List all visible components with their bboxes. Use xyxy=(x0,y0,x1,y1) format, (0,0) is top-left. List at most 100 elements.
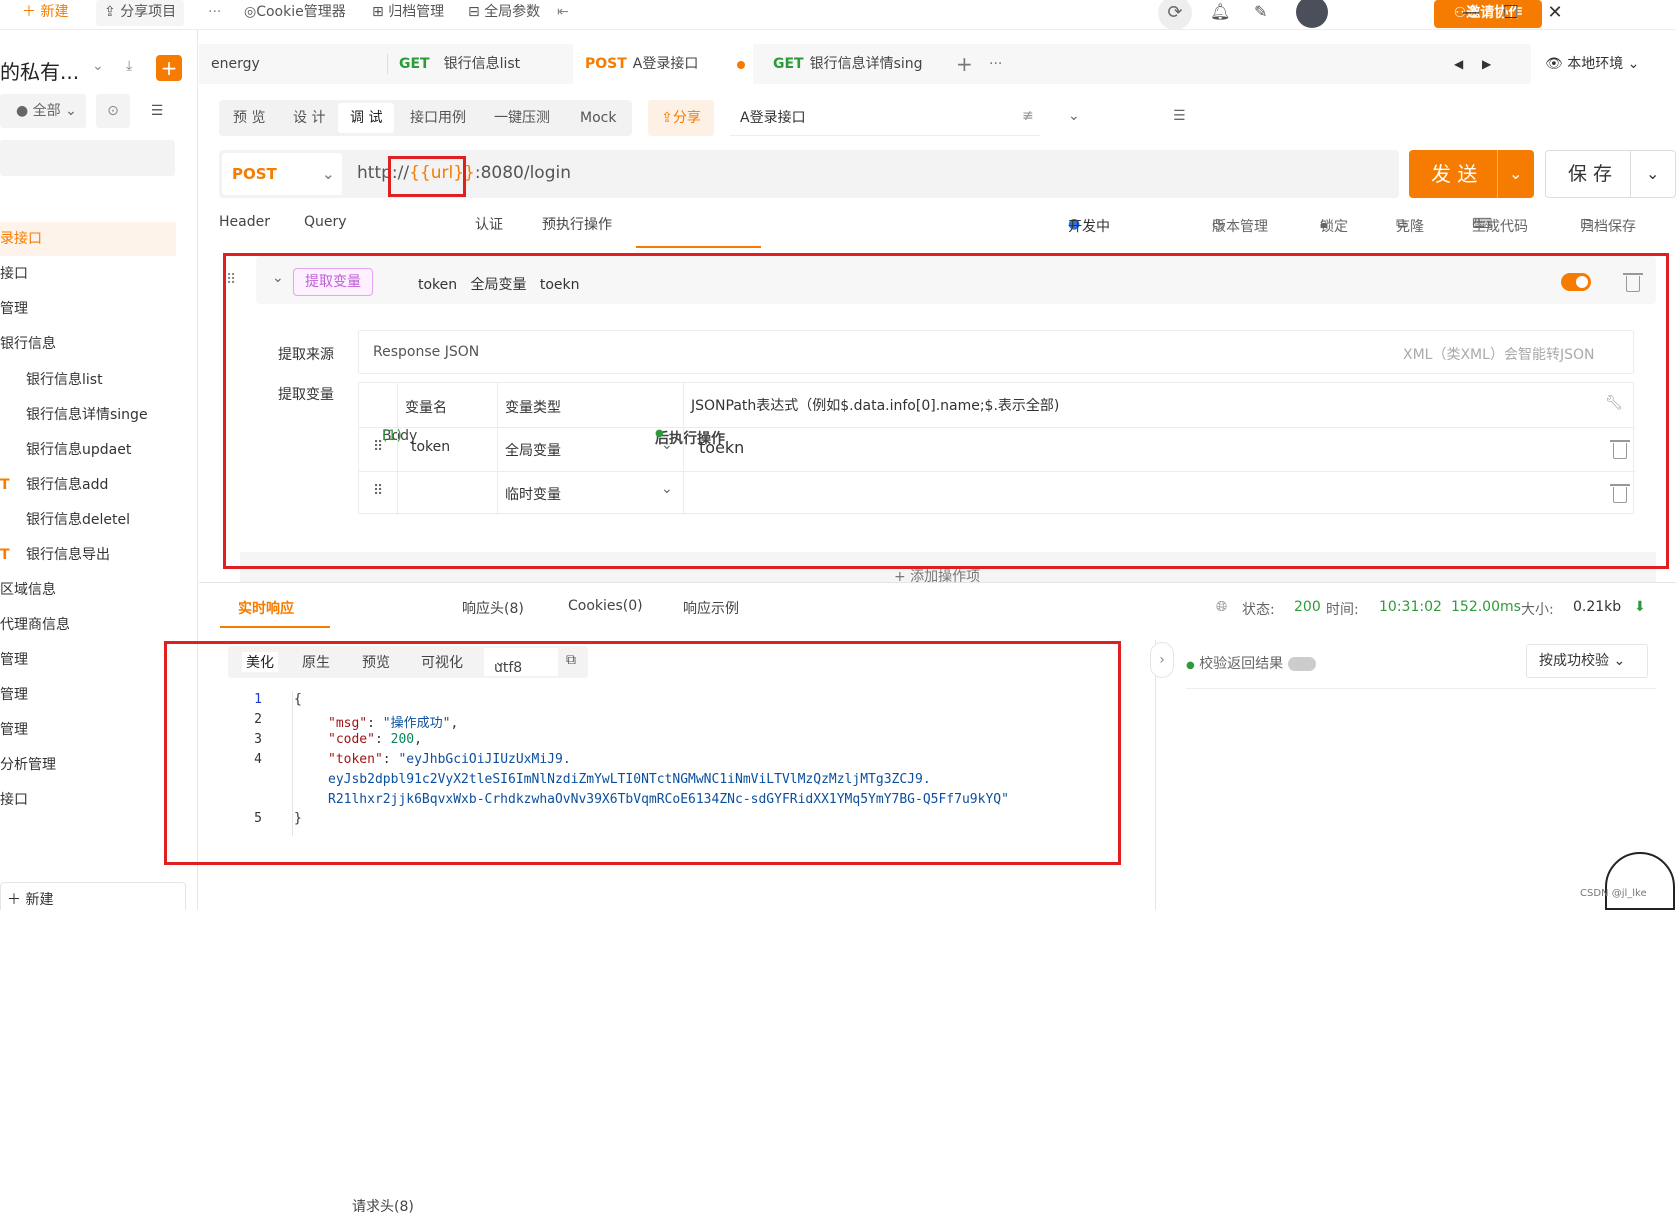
method-select[interactable]: POST ⌄ xyxy=(222,153,342,195)
expand-panel-icon[interactable]: › xyxy=(1150,642,1174,678)
filter-select[interactable]: ● 全部 ⌄ xyxy=(0,94,86,128)
global-params-button[interactable]: ⊟ 全局参数 xyxy=(468,0,540,26)
more-tabs-icon[interactable]: ··· xyxy=(989,44,1002,84)
add-api-button[interactable]: + xyxy=(156,55,182,81)
sidebar-item[interactable]: 银行信息add xyxy=(26,468,108,502)
sort-icon[interactable]: ☰ xyxy=(140,94,174,128)
notes-icon[interactable]: ✎ xyxy=(1254,2,1267,21)
status-select[interactable]: ● 开发中 ⌄ xyxy=(1068,108,1110,235)
collapse-chevron-icon[interactable]: ⌄ xyxy=(272,270,284,286)
sidebar-item[interactable]: 银行信息deletel xyxy=(26,503,130,537)
sidebar-new-button[interactable]: ＋ 新建 xyxy=(0,882,186,910)
tab-response-headers[interactable]: 响应头(8) xyxy=(462,598,524,618)
chevron-down-icon[interactable]: ⌄ xyxy=(661,481,673,497)
new-button[interactable]: ＋ 新建 xyxy=(22,0,68,26)
next-tab-icon[interactable]: ▶ xyxy=(1482,44,1491,84)
tab-login-api[interactable]: POST A登录接口 xyxy=(573,44,753,84)
sidebar-item[interactable]: 录接口 xyxy=(0,222,176,256)
sidebar-item[interactable]: 银行信息导出 xyxy=(26,538,110,572)
share-project-button[interactable]: ⇪ 分享项目 xyxy=(96,0,185,26)
tab-test-cases[interactable]: 接口用例 xyxy=(410,100,466,136)
more-icon[interactable]: ··· xyxy=(208,0,221,26)
tab-header[interactable]: Header xyxy=(219,214,270,230)
close-icon[interactable]: ✕ xyxy=(1540,0,1570,28)
tab-raw[interactable]: 原生 xyxy=(302,652,330,672)
tab-visualize[interactable]: 可视化 xyxy=(421,652,463,672)
tab-design[interactable]: 设 计 xyxy=(293,100,325,136)
sidebar-item[interactable]: 接口 xyxy=(0,783,28,817)
validate-mode-select[interactable]: 按成功校验 ⌄ xyxy=(1526,644,1648,678)
sidebar-item[interactable]: 银行信息详情singe xyxy=(26,398,148,432)
sidebar-item[interactable]: 银行信息 xyxy=(0,327,56,361)
project-title[interactable]: 的私有... xyxy=(0,56,79,85)
avatar[interactable] xyxy=(1296,0,1328,28)
tab-bank-list[interactable]: GET 银行信息list xyxy=(399,44,520,84)
sync-icon[interactable]: ⟳ xyxy=(1158,0,1192,30)
bell-icon[interactable]: 🔔︎ xyxy=(1210,2,1230,21)
sidebar-item[interactable]: 银行信息updaet xyxy=(26,433,131,467)
tool-icon[interactable]: 🔧︎ xyxy=(1605,395,1623,411)
import-icon[interactable]: ⤓ xyxy=(126,58,132,74)
add-tab-icon[interactable]: + xyxy=(956,44,973,84)
chevron-down-icon[interactable]: ⌄ xyxy=(661,437,673,453)
chevron-down-icon[interactable]: ⌄ xyxy=(92,58,104,74)
sidebar-item[interactable]: 管理 xyxy=(0,713,28,747)
tab-beautify[interactable]: 美化 xyxy=(242,652,278,672)
sidebar-item[interactable]: 管理 xyxy=(0,678,28,712)
search-input[interactable] xyxy=(0,140,175,176)
list-icon[interactable]: ☰ xyxy=(1173,108,1186,124)
validate-toggle[interactable]: ● 校验返回结果 xyxy=(1186,653,1316,673)
delete-icon[interactable] xyxy=(1610,440,1630,459)
url-input[interactable]: http://{{url}}:8080/login xyxy=(357,163,571,183)
environment-select[interactable]: 👁︎ 本地环境 ⌄ xyxy=(1531,44,1676,84)
collapse-icon[interactable]: ⇤ xyxy=(557,0,569,26)
tab-stress-test[interactable]: 一键压测 xyxy=(494,100,550,136)
prev-tab-icon[interactable]: ◀ xyxy=(1454,44,1463,84)
tab-response-example[interactable]: 响应示例 xyxy=(683,598,739,618)
tab-pre-script[interactable]: 预执行操作 xyxy=(542,214,612,234)
chevron-down-icon[interactable]: ⌄ xyxy=(1509,150,1522,198)
sidebar-item[interactable]: 管理 xyxy=(0,643,28,677)
sidebar-item[interactable]: 代理商信息 xyxy=(0,608,70,642)
encoding-select[interactable]: utf8 ⌄ xyxy=(484,648,558,676)
tab-cookies[interactable]: Cookies(0) xyxy=(568,598,643,614)
chevron-down-icon[interactable]: ⌄ xyxy=(1646,151,1659,197)
download-icon[interactable]: ⬇ xyxy=(1634,599,1646,615)
enable-toggle[interactable] xyxy=(1561,273,1591,291)
var-type-select[interactable]: 临时变量 xyxy=(505,484,561,504)
cookie-manager-button[interactable]: ◎Cookie管理器 xyxy=(244,0,346,26)
save-button[interactable]: 保 存 ⌄ xyxy=(1545,150,1676,198)
jsonpath-input[interactable]: toekn xyxy=(699,438,744,457)
drag-handle-icon[interactable]: ⠿ xyxy=(373,439,383,455)
format-icon[interactable]: ≢ xyxy=(1022,108,1034,124)
maximize-icon[interactable]: ☐ xyxy=(1496,0,1526,28)
sidebar-item[interactable]: 接口 xyxy=(0,257,28,291)
archive-manager-button[interactable]: ⊞ 归档管理 xyxy=(372,0,444,26)
delete-icon[interactable] xyxy=(1610,484,1630,503)
tab-live-response[interactable]: 实时响应 xyxy=(238,598,294,618)
tab-auth[interactable]: 认证 xyxy=(475,214,503,234)
sidebar-item[interactable]: 银行信息list xyxy=(26,363,103,397)
tab-mock[interactable]: Mock xyxy=(580,100,616,136)
locate-icon[interactable]: ⊙ xyxy=(96,94,130,128)
sidebar-item[interactable]: 区域信息 xyxy=(0,573,56,607)
tab-debug[interactable]: 调 试 xyxy=(338,103,395,133)
sidebar-item[interactable]: 管理 xyxy=(0,292,28,326)
drag-handle-icon[interactable]: ⠿ xyxy=(373,483,383,499)
api-name-input[interactable]: A登录接口 xyxy=(730,100,1040,136)
tab-preview[interactable]: 预览 xyxy=(362,652,390,672)
drag-handle-icon[interactable]: ⠿ xyxy=(226,272,236,288)
source-select[interactable]: Response JSON XML（类XML）会智能转JSON xyxy=(358,330,1634,374)
minimize-icon[interactable]: — xyxy=(1456,0,1486,28)
tab-query[interactable]: Query xyxy=(304,214,347,230)
add-op-button[interactable]: + 添加操作项 xyxy=(894,566,980,582)
tab-energy[interactable]: energy xyxy=(211,44,391,84)
tab-bank-detail[interactable]: GET 银行信息详情sing xyxy=(773,44,943,84)
tab-preview[interactable]: 预 览 xyxy=(233,100,265,136)
sidebar-item[interactable]: 分析管理 xyxy=(0,748,56,782)
send-button[interactable]: 发 送 ⌄ xyxy=(1409,150,1534,198)
share-button[interactable]: ⇪分享 xyxy=(648,100,714,136)
var-type-select[interactable]: 全局变量 xyxy=(505,440,561,460)
delete-icon[interactable] xyxy=(1623,273,1643,292)
var-name-input[interactable]: token xyxy=(411,439,450,455)
